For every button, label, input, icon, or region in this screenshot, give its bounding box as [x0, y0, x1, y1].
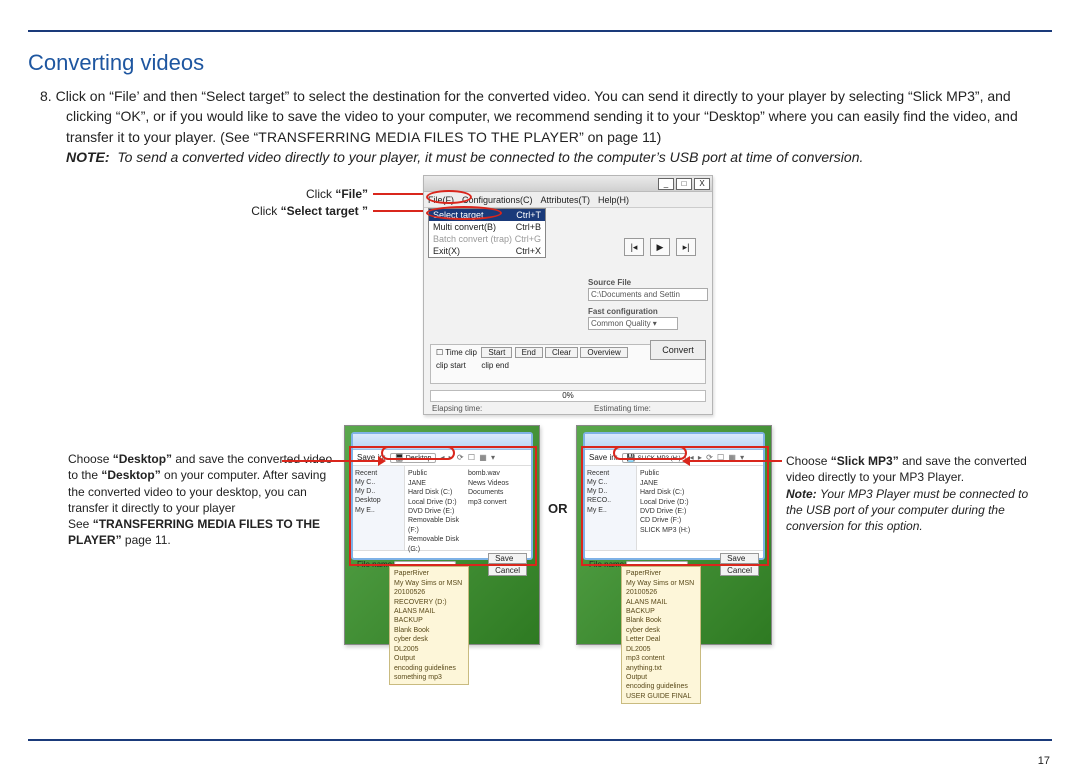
- arrow-to-slick-pill: [688, 460, 782, 462]
- source-file-value: C:\Documents and Settin: [588, 288, 708, 301]
- or-label: OR: [548, 501, 568, 516]
- fast-config-label: Fast configuration: [588, 307, 708, 316]
- dropdown-multi-convert[interactable]: Multi convert(B)Ctrl+B: [429, 221, 545, 233]
- desktop-save-screenshot: Save in: 🖥 Desktop ◂ ▸ ⟳ ☐ ▦ ▾ RecentMy …: [344, 425, 540, 645]
- page-number: 17: [1038, 755, 1050, 767]
- callout-click-select-target: Click “Select target ”: [168, 203, 368, 220]
- desktop-folder-list: PaperRiverMy Way Sims or MSN20100526RECO…: [389, 566, 469, 685]
- estimating-label: Estimating time:: [594, 404, 651, 413]
- cancel-button[interactable]: Cancel: [488, 565, 527, 576]
- elapsing-label: Elapsing time:: [432, 404, 482, 413]
- highlight-slick-dialog: [581, 446, 769, 566]
- titlebar: _ □ X: [424, 176, 712, 192]
- cancel-button-2[interactable]: Cancel: [720, 565, 759, 576]
- dropdown-exit[interactable]: Exit(X)Ctrl+X: [429, 245, 545, 257]
- note-line: NOTE: To send a converted video directly…: [40, 147, 1042, 167]
- slick-save-screenshot: Save in: 💾 SLICK MP3 (H:) ◂ ▸ ⟳ ☐ ▦ ▾ Re…: [576, 425, 772, 645]
- clip-overview-button[interactable]: Overview: [580, 347, 627, 358]
- convert-button[interactable]: Convert: [650, 340, 706, 360]
- source-file-label: Source File: [588, 278, 708, 287]
- maximize-button[interactable]: □: [676, 178, 692, 190]
- dropdown-batch-convert: Batch convert (trap)Ctrl+G: [429, 233, 545, 245]
- close-button[interactable]: X: [694, 178, 710, 190]
- minimize-button[interactable]: _: [658, 178, 674, 190]
- clip-start-button[interactable]: Start: [481, 347, 512, 358]
- progress-bar: 0%: [430, 390, 706, 402]
- menu-attributes[interactable]: Attributes(T): [541, 195, 591, 205]
- menu-configurations[interactable]: Configurations(C): [462, 195, 533, 205]
- quality-combo[interactable]: Common Quality ▾: [588, 317, 678, 330]
- right-panel: Source File C:\Documents and Settin Fast…: [588, 202, 708, 330]
- slick-instructions: Choose “Slick MP3” and save the converte…: [786, 453, 1046, 534]
- desktop-instructions: Choose “Desktop” and save the converted …: [68, 451, 338, 548]
- step-8-text: 8. Click on “File’ and then “Select targ…: [40, 86, 1042, 147]
- clip-clear-button[interactable]: Clear: [545, 347, 578, 358]
- callout-click-file: Click “File”: [168, 186, 368, 203]
- slick-folder-list: PaperRiverMy Way Sims or MSN20100526ALAN…: [621, 566, 701, 704]
- clip-end-button[interactable]: End: [515, 347, 543, 358]
- arrow-to-desktop-pill: [282, 460, 380, 462]
- converter-app-window: _ □ X File(F) Configurations(C) Attribut…: [423, 175, 713, 415]
- page-title: Converting videos: [28, 50, 1052, 76]
